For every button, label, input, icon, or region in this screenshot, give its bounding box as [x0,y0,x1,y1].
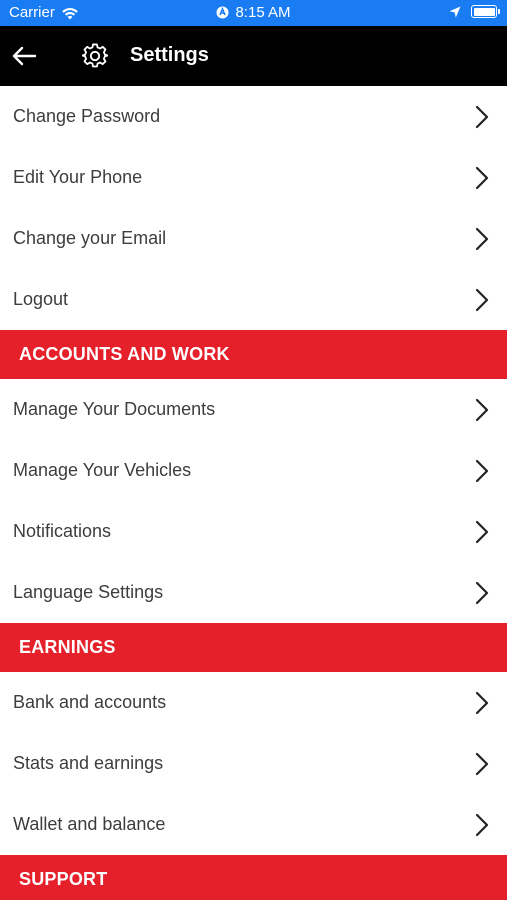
status-bar: Carrier 8:15 AM [0,0,507,26]
back-arrow-icon [12,46,37,66]
logout-item[interactable]: Logout [0,269,507,330]
list-item-label: Stats and earnings [13,753,164,773]
stats-earnings-item[interactable]: Stats and earnings [0,733,507,794]
chevron-right-icon [475,752,489,776]
settings-list: Change Password Edit Your Phone Change y… [0,86,507,900]
change-email-item[interactable]: Change your Email [0,208,507,269]
bank-accounts-item[interactable]: Bank and accounts [0,672,507,733]
change-password-item[interactable]: Change Password [0,86,507,147]
list-item-label: Manage Your Vehicles [13,460,192,480]
list-item-label: Logout [13,289,69,309]
gear-icon [82,43,108,68]
manage-vehicles-item[interactable]: Manage Your Vehicles [0,440,507,501]
section-header-earnings: EARNINGS [0,623,507,672]
chevron-right-icon [475,691,489,715]
wallet-balance-item[interactable]: Wallet and balance [0,794,507,855]
list-item-label: Change your Email [13,228,167,248]
page-title: Settings [130,44,209,66]
battery-icon [471,5,500,18]
language-settings-item[interactable]: Language Settings [0,562,507,623]
section-header-accounts-and-work: ACCOUNTS AND WORK [0,330,507,379]
list-item-label: Change Password [13,106,161,126]
back-button[interactable] [8,40,40,72]
status-time: 8:15 AM [235,4,291,21]
chevron-right-icon [475,581,489,605]
location-icon [449,6,461,17]
battery-level [473,7,495,16]
alarm-icon [216,6,229,19]
chevron-right-icon [475,166,489,190]
list-item-label: Manage Your Documents [13,399,216,419]
section-header-support: SUPPORT [0,855,507,900]
chevron-right-icon [475,813,489,837]
chevron-right-icon [475,459,489,483]
chevron-right-icon [475,105,489,129]
chevron-right-icon [475,227,489,251]
list-item-label: Edit Your Phone [13,167,143,187]
notifications-item[interactable]: Notifications [0,501,507,562]
status-center: 8:15 AM [0,4,507,21]
status-right [449,5,500,18]
edit-phone-item[interactable]: Edit Your Phone [0,147,507,208]
list-item-label: Language Settings [13,582,164,602]
list-item-label: Wallet and balance [13,814,166,834]
navigation-bar: Settings [0,26,507,86]
chevron-right-icon [475,520,489,544]
chevron-right-icon [475,288,489,312]
list-item-label: Bank and accounts [13,692,167,712]
chevron-right-icon [475,398,489,422]
list-item-label: Notifications [13,521,112,541]
manage-documents-item[interactable]: Manage Your Documents [0,379,507,440]
